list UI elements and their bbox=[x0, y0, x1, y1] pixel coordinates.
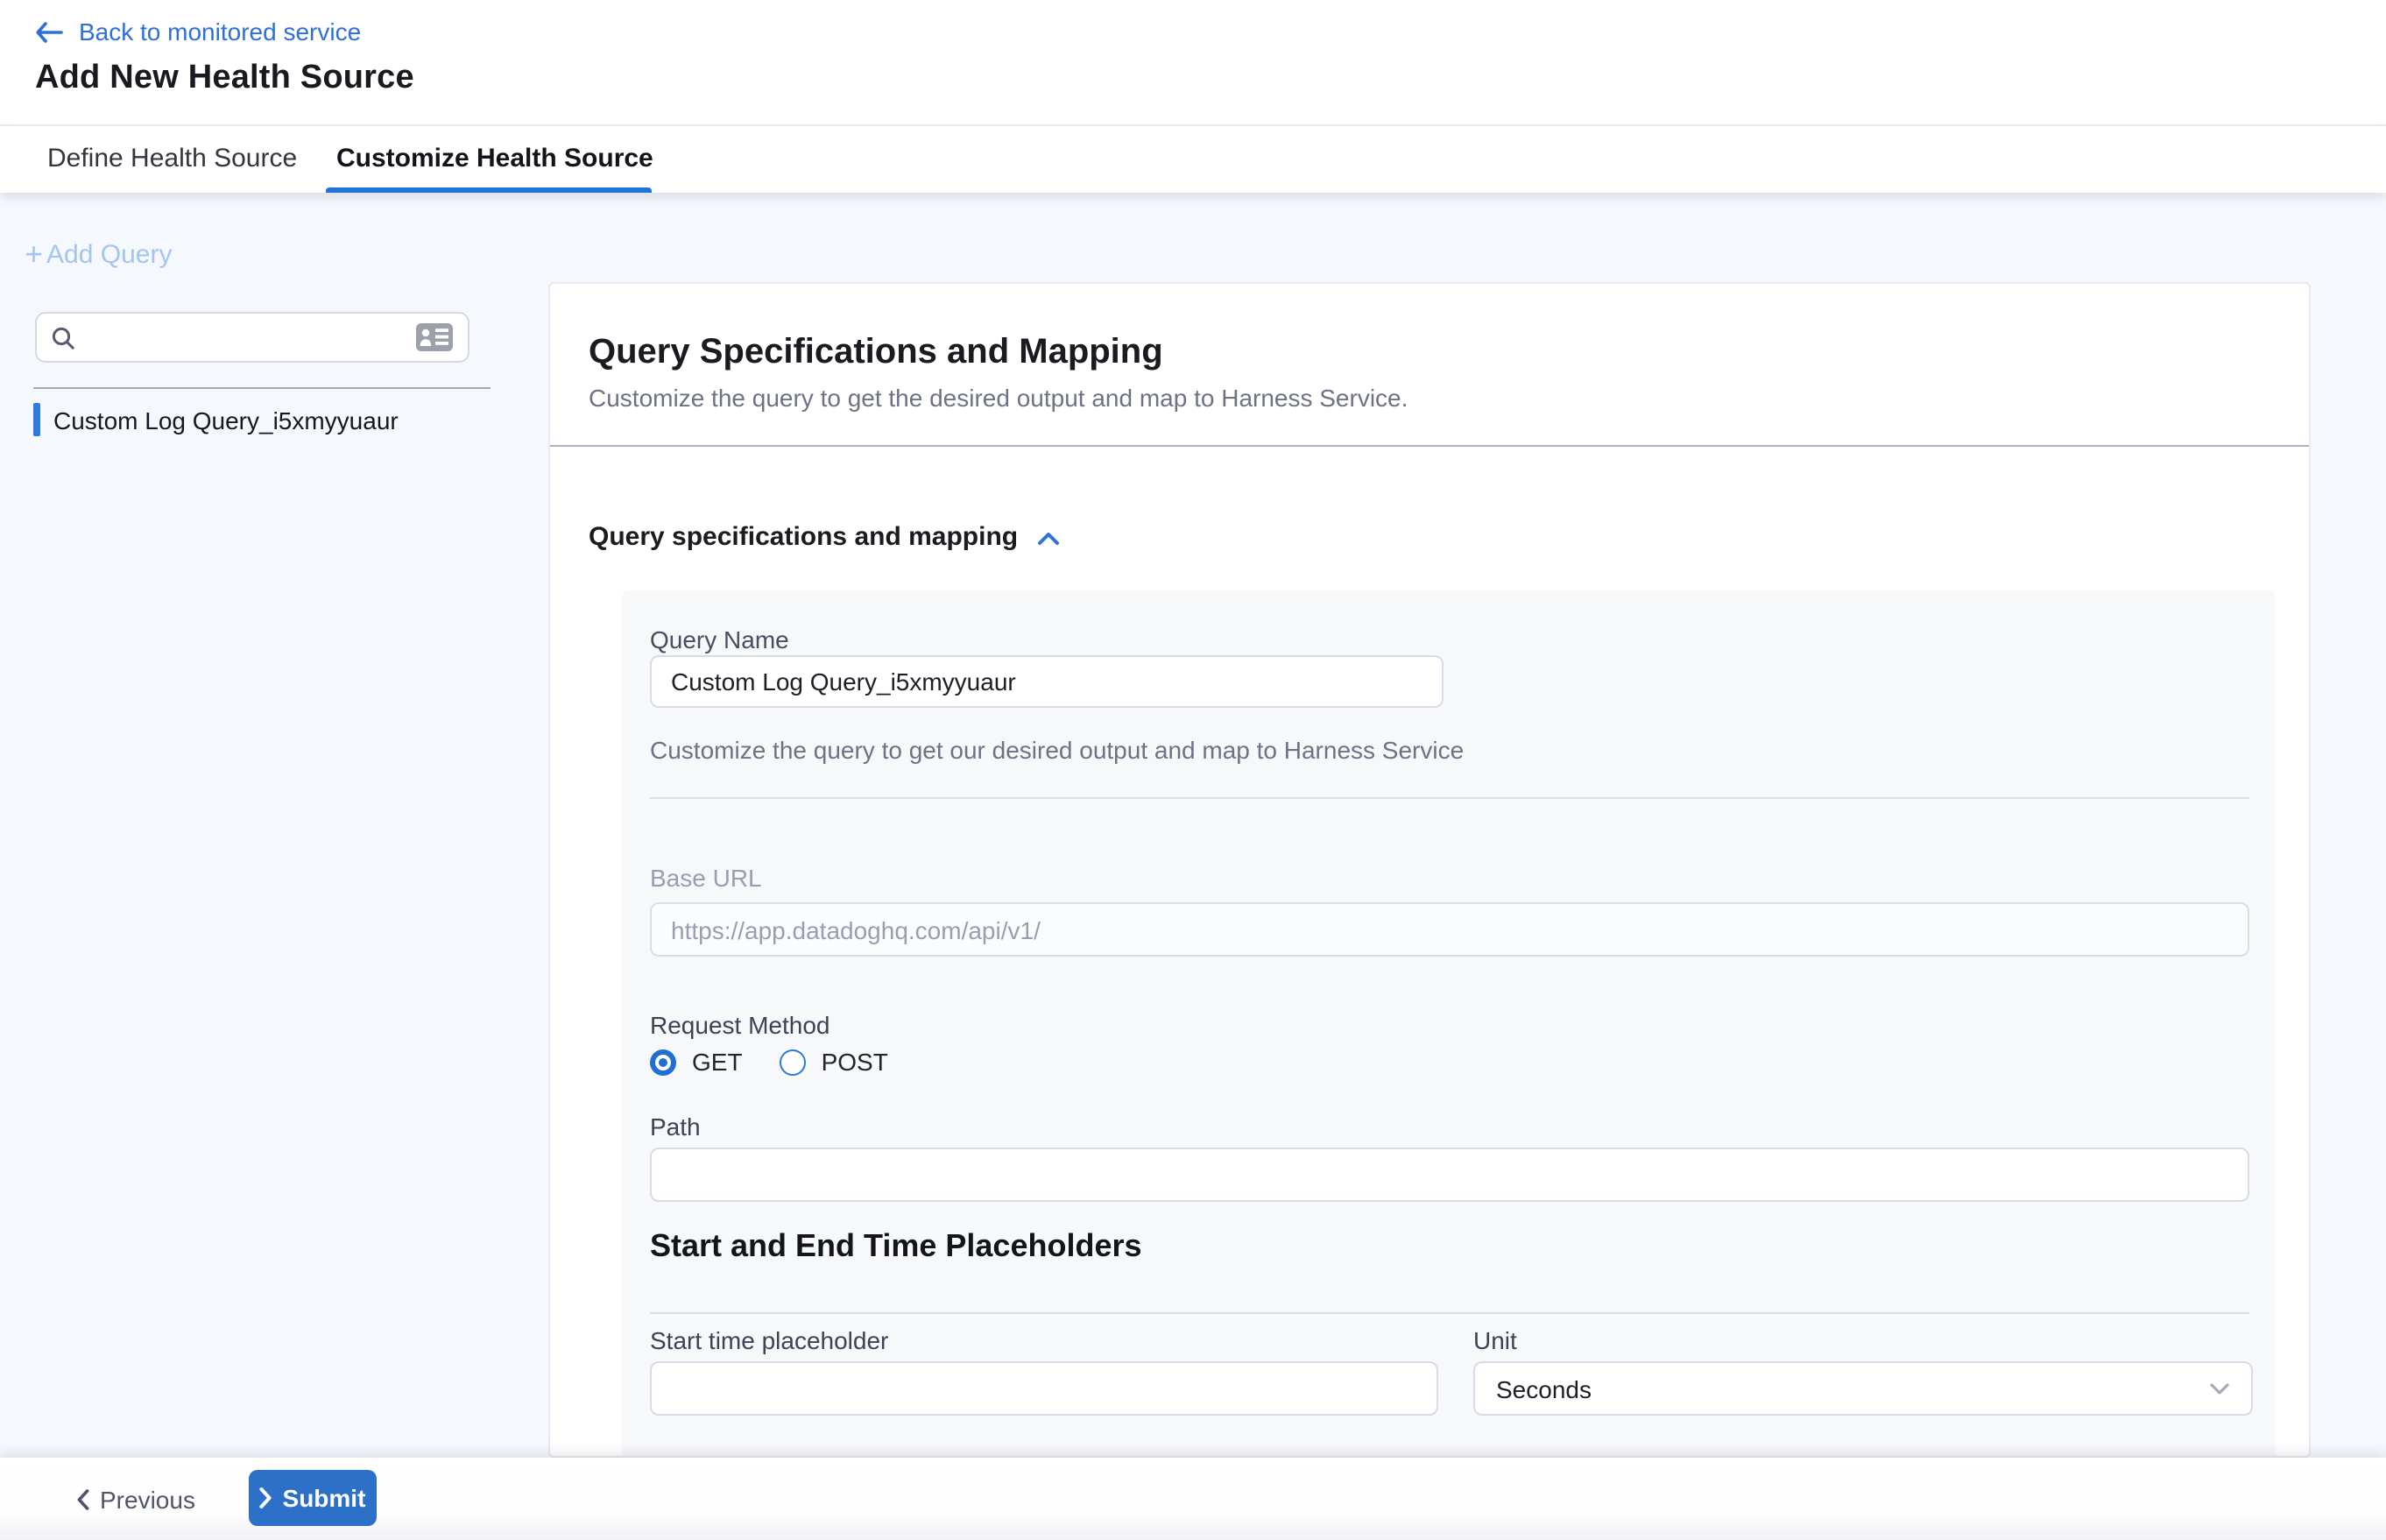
add-query-label: Add Query bbox=[46, 240, 172, 270]
chevron-up-icon[interactable] bbox=[1037, 528, 1060, 546]
back-link-label: Back to monitored service bbox=[79, 18, 361, 46]
form-divider bbox=[650, 1312, 2249, 1314]
query-name-input[interactable] bbox=[650, 655, 1444, 708]
path-label: Path bbox=[650, 1113, 701, 1141]
start-time-input[interactable] bbox=[650, 1361, 1438, 1416]
chevron-down-icon bbox=[2209, 1381, 2230, 1395]
arrow-left-icon bbox=[35, 20, 63, 43]
query-list-item[interactable]: Custom Log Query_i5xmyyuaur bbox=[33, 403, 399, 436]
sidebar-divider bbox=[33, 387, 491, 389]
request-method-radio-group: GET POST bbox=[650, 1048, 925, 1076]
back-to-monitored-service-link[interactable]: Back to monitored service bbox=[35, 14, 361, 49]
tab-bar: Define Health Source Customize Health So… bbox=[0, 124, 2386, 193]
query-name-label: Query Name bbox=[650, 625, 789, 653]
search-input[interactable] bbox=[86, 324, 405, 350]
search-icon bbox=[51, 325, 75, 350]
previous-button[interactable]: Previous bbox=[77, 1458, 195, 1540]
form-divider bbox=[650, 797, 2249, 799]
unit-label: Unit bbox=[1473, 1326, 1517, 1354]
chevron-right-icon bbox=[260, 1487, 272, 1508]
wizard-footer: Previous Submit bbox=[0, 1458, 2386, 1540]
placeholders-heading: Start and End Time Placeholders bbox=[650, 1228, 1142, 1265]
base-url-input[interactable] bbox=[650, 902, 2249, 957]
selected-indicator-bar bbox=[33, 403, 39, 436]
section-title: Query specifications and mapping bbox=[589, 522, 1018, 552]
base-url-label: Base URL bbox=[650, 864, 762, 892]
path-input[interactable] bbox=[650, 1148, 2249, 1202]
id-card-icon[interactable] bbox=[415, 322, 454, 352]
plus-icon: + bbox=[25, 242, 43, 268]
page-title: Add New Health Source bbox=[35, 60, 414, 98]
previous-button-label: Previous bbox=[100, 1485, 195, 1513]
tab-customize-health-source[interactable]: Customize Health Source bbox=[336, 126, 653, 194]
panel-title: Query Specifications and Mapping bbox=[589, 333, 1163, 373]
panel-header-divider bbox=[550, 445, 2309, 447]
submit-button-label: Submit bbox=[283, 1484, 366, 1512]
query-search-box bbox=[35, 312, 469, 363]
radio-get-label[interactable]: GET bbox=[692, 1048, 743, 1076]
unit-select-value: Seconds bbox=[1496, 1374, 2209, 1402]
start-time-label: Start time placeholder bbox=[650, 1326, 888, 1354]
unit-select[interactable]: Seconds bbox=[1473, 1361, 2253, 1416]
panel-subtitle: Customize the query to get the desired o… bbox=[589, 384, 1408, 412]
query-specifications-panel: Query Specifications and Mapping Customi… bbox=[548, 282, 2311, 1458]
request-method-label: Request Method bbox=[650, 1011, 829, 1039]
collapsible-section-header: Query specifications and mapping bbox=[589, 522, 1060, 552]
radio-get[interactable] bbox=[650, 1049, 676, 1075]
radio-post-label[interactable]: POST bbox=[822, 1048, 888, 1076]
add-health-source-page: Back to monitored service Add New Health… bbox=[0, 0, 2386, 1540]
submit-button[interactable]: Submit bbox=[249, 1470, 377, 1526]
active-tab-underline bbox=[326, 187, 652, 193]
tab-define-health-source[interactable]: Define Health Source bbox=[47, 126, 297, 194]
radio-post[interactable] bbox=[780, 1049, 806, 1075]
query-form-card: Query Name Customize the query to get ou… bbox=[622, 590, 2276, 1456]
add-query-button[interactable]: + Add Query bbox=[25, 240, 172, 270]
query-item-label: Custom Log Query_i5xmyyuaur bbox=[53, 406, 399, 434]
page-header: Back to monitored service Add New Health… bbox=[0, 0, 2386, 124]
chevron-left-icon bbox=[77, 1488, 89, 1509]
query-name-helper-text: Customize the query to get our desired o… bbox=[650, 736, 1464, 764]
